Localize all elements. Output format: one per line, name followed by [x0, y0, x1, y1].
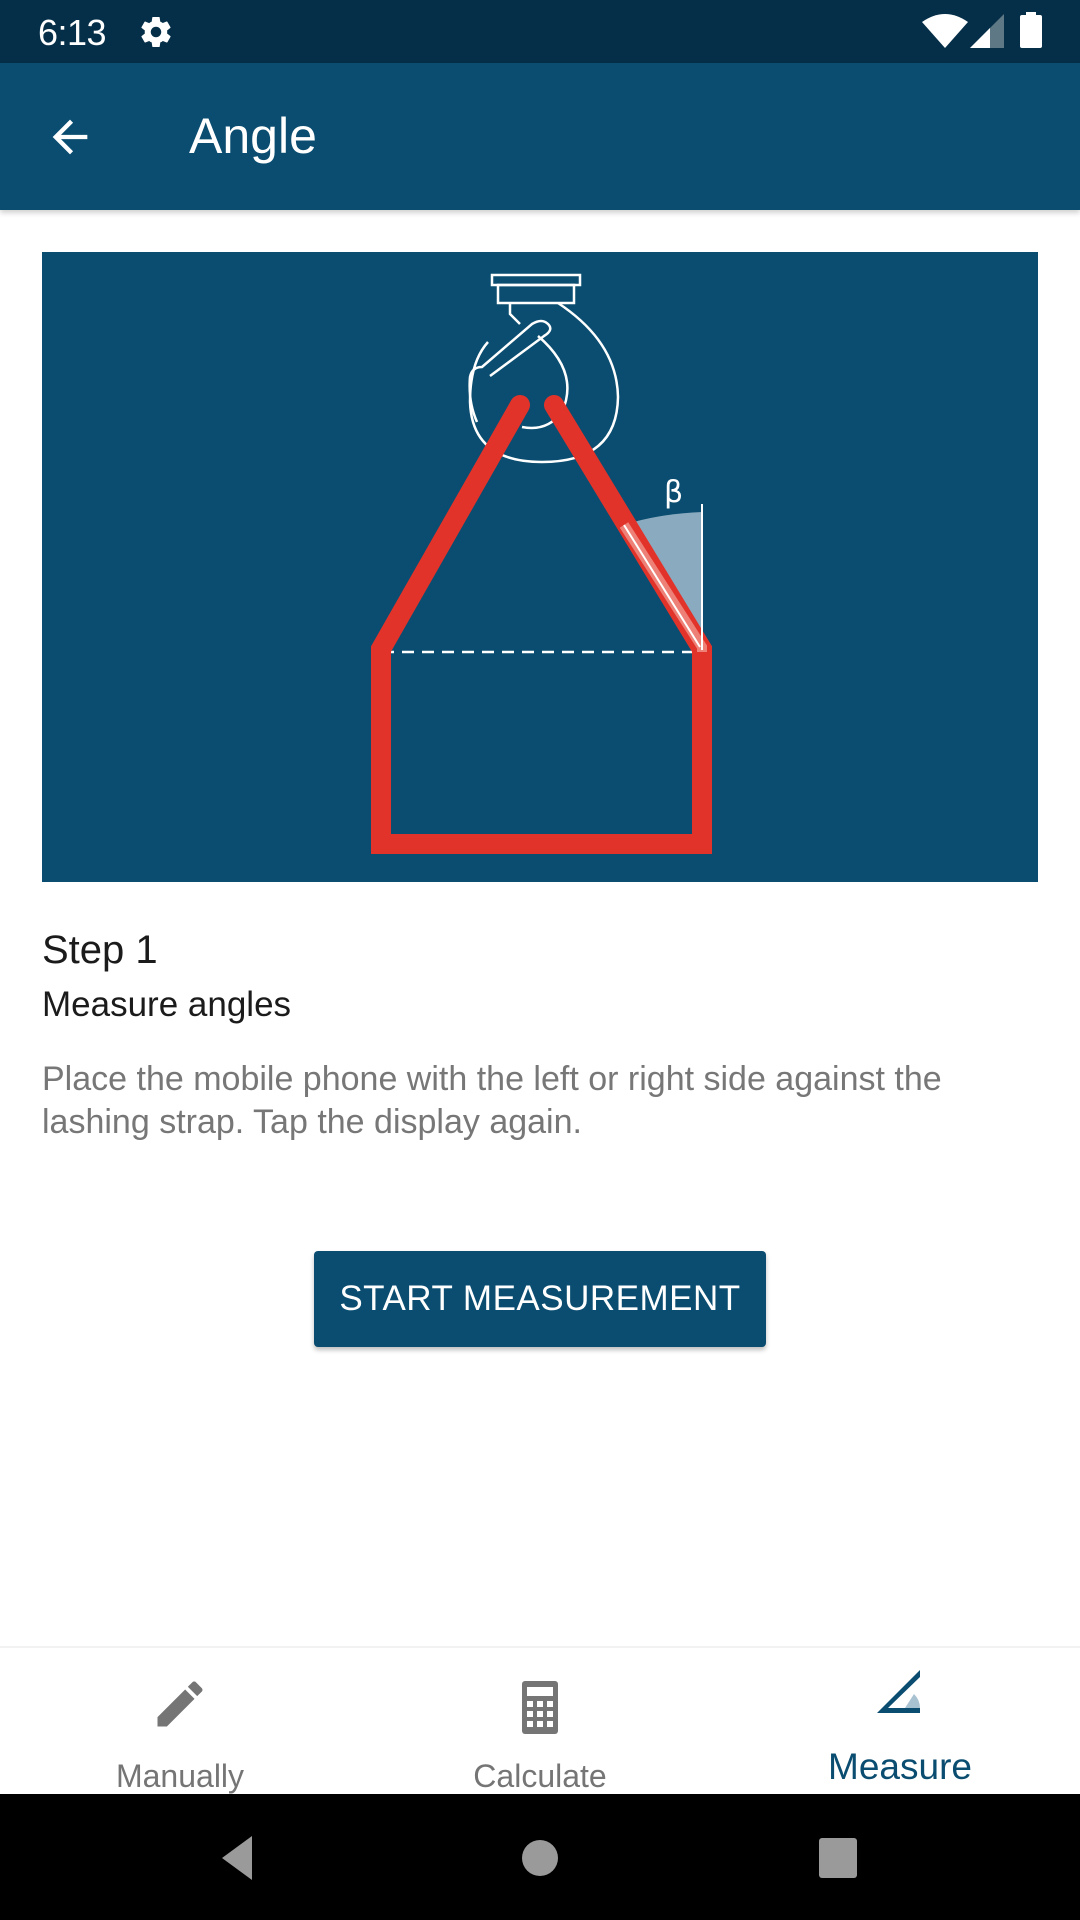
nav-label-calculate: Calculate — [473, 1758, 607, 1794]
pencil-icon — [157, 1681, 203, 1727]
step-description: Place the mobile phone with the left or … — [42, 1060, 942, 1141]
status-time: 6:13 — [38, 12, 107, 53]
nav-label-measure: Measure — [828, 1746, 972, 1787]
system-home-icon[interactable] — [512, 1830, 568, 1886]
nav-item-measure[interactable]: Measure — [720, 1648, 1080, 1796]
nav-item-calculate[interactable]: Calculate — [360, 1648, 720, 1796]
bottom-navigation: Manually Calculate Measure — [0, 1646, 1080, 1796]
step-subtitle: Measure angles — [42, 985, 292, 1024]
calculator-icon — [522, 1681, 558, 1734]
angle-icon — [877, 1670, 920, 1713]
step-title: Step 1 — [42, 928, 158, 972]
system-recents-icon[interactable] — [810, 1830, 866, 1886]
wifi-icon — [922, 14, 968, 48]
nav-label-manually: Manually — [115, 1758, 245, 1794]
illustration-drawing: β — [371, 273, 712, 854]
nav-item-manually[interactable]: Manually — [0, 1648, 360, 1796]
angle-beta-label: β — [664, 475, 683, 510]
signal-icon — [970, 14, 1004, 48]
page-title: Angle — [189, 108, 317, 164]
system-back-icon[interactable] — [212, 1830, 268, 1886]
start-measurement-button[interactable]: START MEASUREMENT — [314, 1251, 766, 1347]
status-bar: 6:13 — [0, 0, 1080, 63]
app-bar: Angle — [0, 63, 1080, 210]
hook-lift-illustration: β — [42, 252, 1038, 882]
system-navigation-bar — [0, 1794, 1080, 1920]
gear-icon — [141, 17, 171, 48]
battery-icon — [1020, 12, 1042, 48]
back-arrow-icon[interactable] — [44, 111, 96, 163]
lashing-strap — [371, 395, 712, 854]
crane-hook-icon — [468, 273, 620, 464]
